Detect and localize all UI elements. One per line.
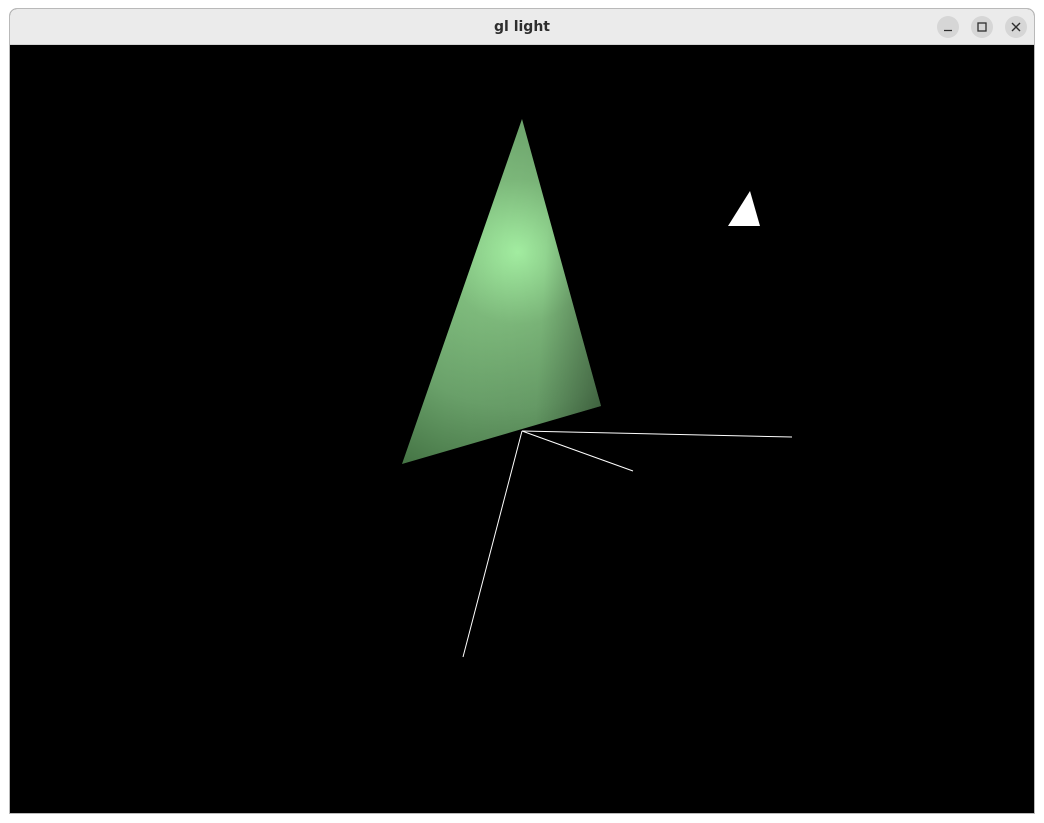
app-window: gl light [9, 8, 1035, 814]
minimize-icon [944, 29, 952, 32]
axis-line-z [521, 430, 634, 472]
axis-line-x [521, 430, 793, 438]
maximize-button[interactable] [971, 16, 993, 38]
maximize-icon [977, 22, 987, 32]
gl-scene [402, 119, 793, 658]
gl-canvas[interactable] [10, 45, 1034, 813]
window-title: gl light [494, 19, 550, 35]
close-button[interactable] [1005, 16, 1027, 38]
light-source-marker [728, 191, 760, 226]
minimize-button[interactable] [937, 16, 959, 38]
lit-triangle-shadow [402, 119, 601, 464]
close-icon [1011, 22, 1021, 32]
axis-line-y [462, 430, 523, 658]
axis-lines [462, 430, 793, 658]
title-bar[interactable]: gl light [10, 9, 1034, 45]
